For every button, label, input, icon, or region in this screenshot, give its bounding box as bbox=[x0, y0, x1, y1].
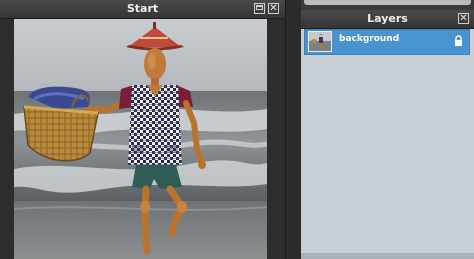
panel-divider bbox=[285, 0, 302, 259]
maximize-icon[interactable] bbox=[254, 3, 265, 14]
image-canvas[interactable] bbox=[14, 19, 267, 259]
start-titlebar[interactable]: Start ✕ bbox=[0, 0, 285, 19]
layers-window: Layers ✕ background bbox=[301, 0, 474, 259]
layers-footer bbox=[301, 253, 474, 259]
panel-top-edge bbox=[301, 0, 474, 10]
close-icon[interactable]: ✕ bbox=[268, 3, 279, 14]
layer-thumbnail bbox=[308, 31, 332, 52]
photo-artwork bbox=[14, 19, 267, 259]
start-window: Start ✕ bbox=[0, 0, 285, 259]
layers-titlebar[interactable]: Layers ✕ bbox=[301, 10, 474, 29]
lock-icon[interactable] bbox=[454, 35, 463, 47]
start-window-title: Start bbox=[126, 2, 159, 15]
layers-window-title: Layers bbox=[367, 12, 408, 25]
layer-name: background bbox=[339, 34, 400, 44]
layer-row-background[interactable]: background bbox=[304, 29, 470, 55]
layers-list-area bbox=[304, 55, 468, 259]
close-icon[interactable]: ✕ bbox=[458, 13, 469, 24]
